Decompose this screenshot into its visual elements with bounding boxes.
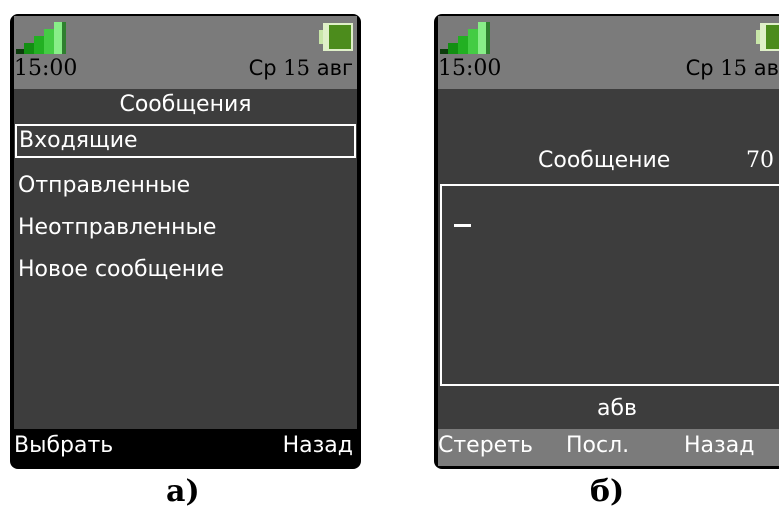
date-number: 15 xyxy=(283,56,311,80)
phone-screen-a: 15:00 Ср 15 авг Сообщения Входящие Отпра… xyxy=(10,14,361,469)
clock-time: 15:00 xyxy=(438,56,502,81)
select-softkey[interactable]: Выбрать xyxy=(14,433,113,458)
back-softkey[interactable]: Назад xyxy=(684,433,754,458)
battery-icon xyxy=(319,23,353,51)
screen-a: 15:00 Ср 15 авг Сообщения Входящие Отпра… xyxy=(14,16,357,466)
softkey-bar: Выбрать Назад xyxy=(14,429,357,466)
softkey-bar: Стереть Посл. Назад xyxy=(438,429,779,466)
date-day: Ср xyxy=(248,56,277,80)
message-text-field[interactable] xyxy=(440,184,779,386)
date-display: Ср 15 авг xyxy=(686,56,779,80)
signal-strength-icon xyxy=(16,22,66,54)
send-softkey[interactable]: Посл. xyxy=(566,433,629,458)
input-mode-indicator: абв xyxy=(596,396,637,421)
date-month: авг xyxy=(753,56,779,80)
status-bar: 15:00 Ср 15 авг xyxy=(438,16,779,89)
figure-caption-a: а) xyxy=(166,474,200,509)
date-month: авг xyxy=(316,56,353,80)
clock-time: 15:00 xyxy=(14,56,78,81)
figure-caption-b: б) xyxy=(590,474,625,509)
battery-icon xyxy=(756,23,779,51)
date-display: Ср 15 авг xyxy=(249,56,353,80)
signal-strength-icon xyxy=(440,22,490,54)
phone-screen-b: 15:00 Ср 15 авг Сообщение 70 абв Стереть… xyxy=(434,14,779,469)
character-counter: 70 xyxy=(746,148,774,173)
message-title: Сообщение xyxy=(538,148,671,173)
messages-menu: Входящие Отправленные Неотправленные Нов… xyxy=(14,124,357,292)
text-cursor xyxy=(454,224,471,227)
menu-item-sent[interactable]: Отправленные xyxy=(14,166,357,208)
menu-item-new-message[interactable]: Новое сообщение xyxy=(14,250,357,292)
status-bar: 15:00 Ср 15 авг xyxy=(14,16,357,89)
menu-item-unsent[interactable]: Неотправленные xyxy=(14,208,357,250)
erase-softkey[interactable]: Стереть xyxy=(438,433,533,458)
menu-item-inbox[interactable]: Входящие xyxy=(15,124,356,158)
screen-b: 15:00 Ср 15 авг Сообщение 70 абв Стереть… xyxy=(438,16,779,466)
date-number: 15 xyxy=(720,56,748,80)
back-softkey[interactable]: Назад xyxy=(283,433,353,458)
screen-title: Сообщения xyxy=(119,92,252,117)
date-day: Ср xyxy=(685,56,714,80)
